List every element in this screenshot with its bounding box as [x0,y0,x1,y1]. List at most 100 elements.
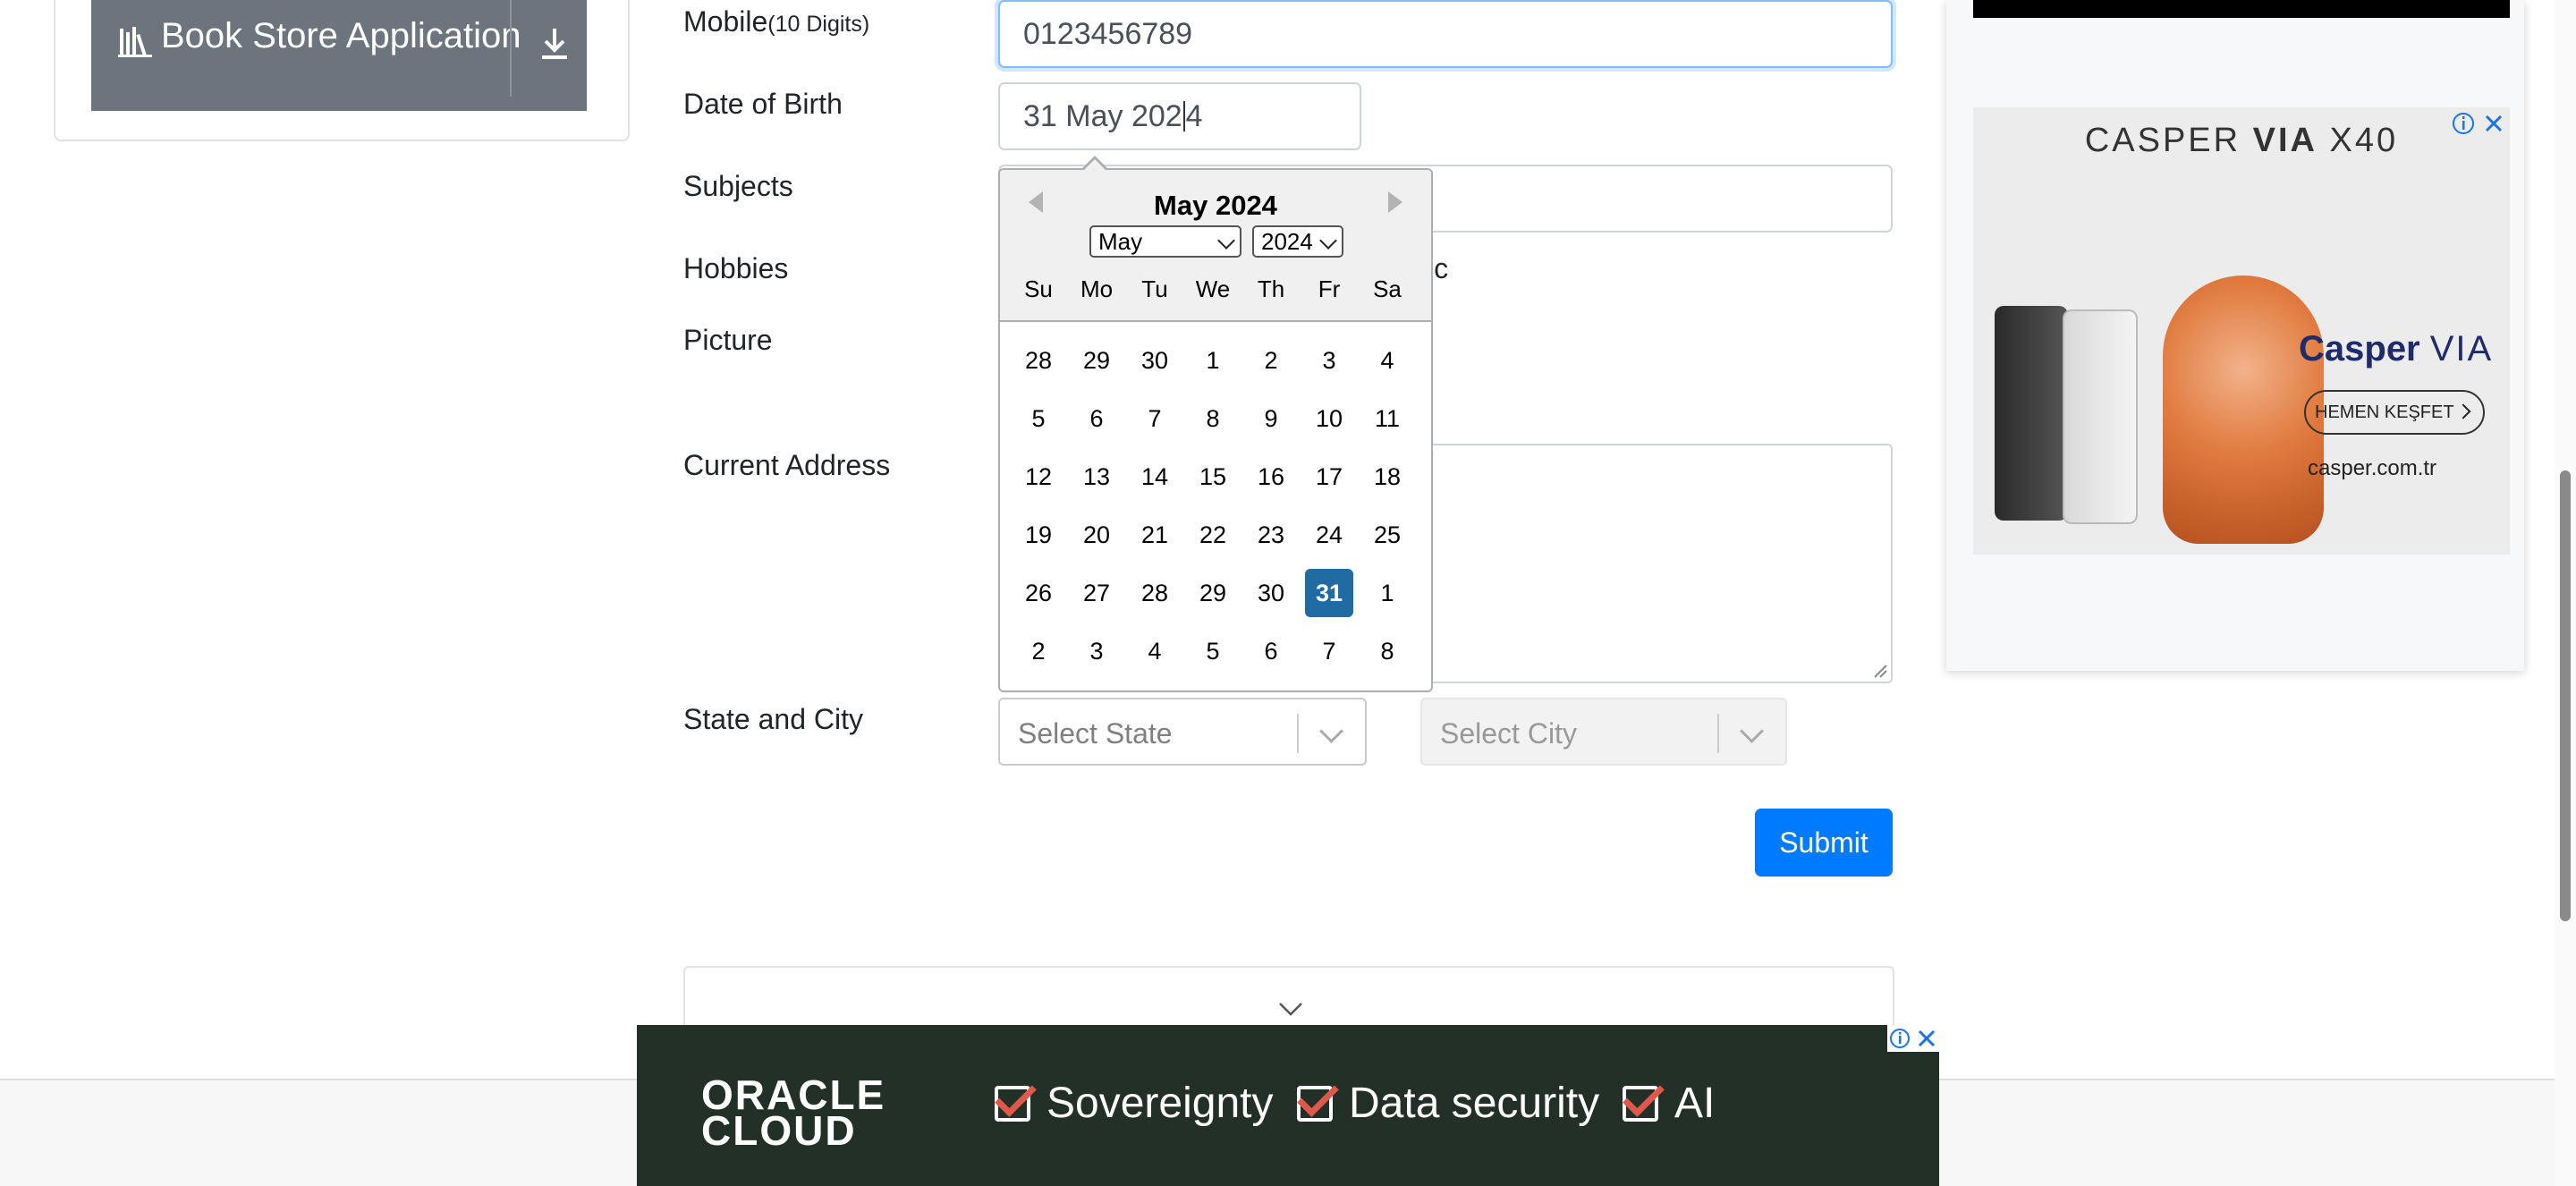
chevron-down-icon[interactable] [1277,1000,1304,1018]
model-image [2163,275,2324,544]
day-cell[interactable]: 25 [1363,511,1411,559]
chevron-down-icon [1319,232,1337,250]
day-cell[interactable]: 15 [1189,453,1237,501]
mobile-input[interactable]: 0123456789 [998,0,1893,68]
day-cell[interactable]: 28 [1131,569,1179,617]
weekday-label: Su [1024,275,1053,302]
day-cell[interactable]: 4 [1131,627,1179,675]
day-cell[interactable]: 1 [1363,569,1411,617]
day-cell[interactable]: 5 [1014,394,1063,443]
phone-image-dark [1995,306,2068,521]
day-cell[interactable]: 13 [1072,453,1121,501]
date-of-birth-label: Date of Birth [683,88,843,120]
datepicker-header: May 2024 May 2024 Su Mo Tu We Th Fr Sa [1000,170,1431,322]
submit-button[interactable]: Submit [1755,809,1893,877]
day-cell[interactable]: 20 [1072,511,1121,559]
book-store-application-button[interactable]: Book Store Application [91,0,587,111]
casper-brand-name: Casper [2299,329,2420,369]
casper-cta-button[interactable]: HEMEN KEŞFET [2304,390,2485,435]
weekday-label: Tu [1141,275,1168,302]
day-cell[interactable]: 28 [1014,336,1063,385]
chevron-down-icon [1740,719,1764,743]
day-cell[interactable]: 6 [1247,627,1295,675]
month-select[interactable]: May [1089,225,1241,258]
day-cell[interactable]: 11 [1363,394,1411,443]
scrollbar-thumb[interactable] [2560,470,2571,921]
day-cell[interactable]: 9 [1247,394,1295,443]
weekday-label: Mo [1080,275,1114,302]
button-divider [510,0,512,97]
weekday-label: Fr [1318,275,1341,302]
indicator-separator [1717,714,1719,753]
casper-ad[interactable]: CASPER VIA X40 Casper VIA HEMEN KEŞFET c… [1973,107,2510,555]
hobbies-label: Hobbies [683,252,789,284]
checkbox-icon [1623,1085,1658,1122]
day-cell[interactable]: 23 [1247,511,1295,559]
day-cell[interactable]: 21 [1131,511,1179,559]
day-cell[interactable]: 16 [1247,453,1295,501]
year-select[interactable]: 2024 [1252,225,1343,258]
day-cell[interactable]: 8 [1363,627,1411,675]
ad-info-close-icon[interactable] [1887,1025,1939,1052]
day-cell[interactable]: 1 [1189,336,1237,385]
mobile-hint: (10 Digits) [767,12,870,37]
day-cell[interactable]: 2 [1014,627,1063,675]
day-cell[interactable]: 29 [1072,336,1121,385]
state-and-city-label: State and City [683,703,863,735]
subjects-label: Subjects [683,170,793,202]
casper-url: casper.com.tr [2308,456,2437,480]
day-cell[interactable]: 3 [1305,336,1353,385]
day-cell[interactable]: 5 [1189,627,1237,675]
day-cell[interactable]: 3 [1072,627,1121,675]
casper-ad-title: CASPER VIA X40 [1973,122,2510,160]
day-cell[interactable]: 12 [1014,453,1063,501]
chevron-down-icon[interactable] [1319,719,1343,743]
state-select[interactable]: Select State [998,698,1367,766]
ad-choices[interactable] [2451,109,2508,138]
download-icon[interactable] [535,23,574,63]
day-cell[interactable]: 17 [1305,453,1353,501]
day-cell[interactable]: 18 [1363,453,1411,501]
day-cell[interactable]: 30 [1247,569,1295,617]
casper-brand: Casper VIA [2299,329,2493,369]
indicator-separator [1297,714,1299,753]
weekday-label: We [1195,275,1231,302]
day-cell[interactable]: 14 [1131,453,1179,501]
day-cell[interactable]: 26 [1014,569,1063,617]
day-cell[interactable]: 29 [1189,569,1237,617]
date-of-birth-input[interactable]: 31 May 202 4 [998,82,1361,150]
ad-banner-top[interactable] [1973,0,2510,18]
ad-info-close-icon[interactable] [2451,109,2508,138]
oracle-cloud-ad[interactable]: ORACLE CLOUD Sovereignty Data security A… [637,1025,1939,1186]
day-cell[interactable]: 7 [1305,627,1353,675]
day-cell[interactable]: 27 [1072,569,1121,617]
casper-title-part3: X40 [2318,122,2399,159]
day-cell[interactable]: 4 [1363,336,1411,385]
mobile-label: Mobile(10 Digits) [683,5,869,38]
datepicker-pointer-inner [1082,159,1107,172]
checkbox-icon [995,1085,1030,1122]
day-cell[interactable]: 22 [1189,511,1237,559]
state-placeholder: Select State [1018,717,1173,750]
oracle-item-label: AI [1674,1080,1716,1127]
day-cell[interactable]: 24 [1305,511,1353,559]
day-cell-selected[interactable]: 31 [1305,569,1353,617]
day-cell[interactable]: 2 [1247,336,1295,385]
casper-brand-suffix: VIA [2429,329,2494,369]
oracle-item-data-security: Data security [1297,1079,1599,1128]
phone-image-silver [2063,309,2138,524]
casper-title-part2: VIA [2252,122,2318,159]
resize-handle-icon[interactable] [1871,662,1887,678]
city-select: Select City [1420,698,1787,766]
text-caret [1182,101,1185,131]
next-month-icon[interactable] [1388,191,1402,213]
day-cell[interactable]: 6 [1072,394,1121,443]
day-cell[interactable]: 8 [1189,394,1237,443]
day-cell[interactable]: 19 [1014,511,1063,559]
day-cell[interactable]: 30 [1131,336,1179,385]
day-cell[interactable]: 7 [1131,394,1179,443]
year-select-value: 2024 [1261,228,1313,255]
day-cell[interactable]: 10 [1305,394,1353,443]
oracle-cloud-logo: ORACLE CLOUD [701,1074,886,1151]
weekday-label: Sa [1373,275,1402,302]
